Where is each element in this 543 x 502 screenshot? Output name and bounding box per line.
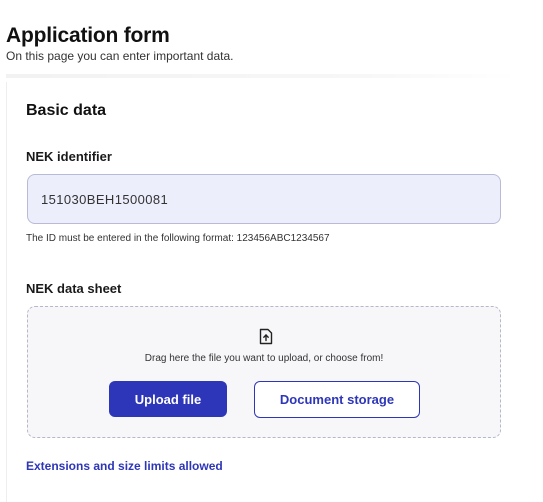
nek-identifier-label: NEK identifier (26, 149, 112, 164)
file-upload-icon (259, 328, 273, 345)
section-title: Basic data (26, 102, 107, 119)
page-subtitle: On this page you can enter important dat… (6, 49, 234, 63)
nek-identifier-input[interactable] (27, 174, 501, 224)
document-storage-button[interactable]: Document storage (254, 381, 420, 418)
basic-data-card: Basic data NEK identifier The ID must be… (6, 82, 534, 502)
nek-identifier-hint: The ID must be entered in the following … (26, 233, 330, 244)
page-title: Application form (6, 24, 170, 47)
extensions-size-limits-link[interactable]: Extensions and size limits allowed (26, 459, 223, 473)
header-divider (6, 74, 518, 78)
dropzone-text: Drag here the file you want to upload, o… (144, 353, 384, 364)
file-dropzone[interactable]: Drag here the file you want to upload, o… (27, 306, 501, 438)
nek-data-sheet-label: NEK data sheet (26, 281, 122, 296)
upload-file-button[interactable]: Upload file (109, 381, 227, 417)
